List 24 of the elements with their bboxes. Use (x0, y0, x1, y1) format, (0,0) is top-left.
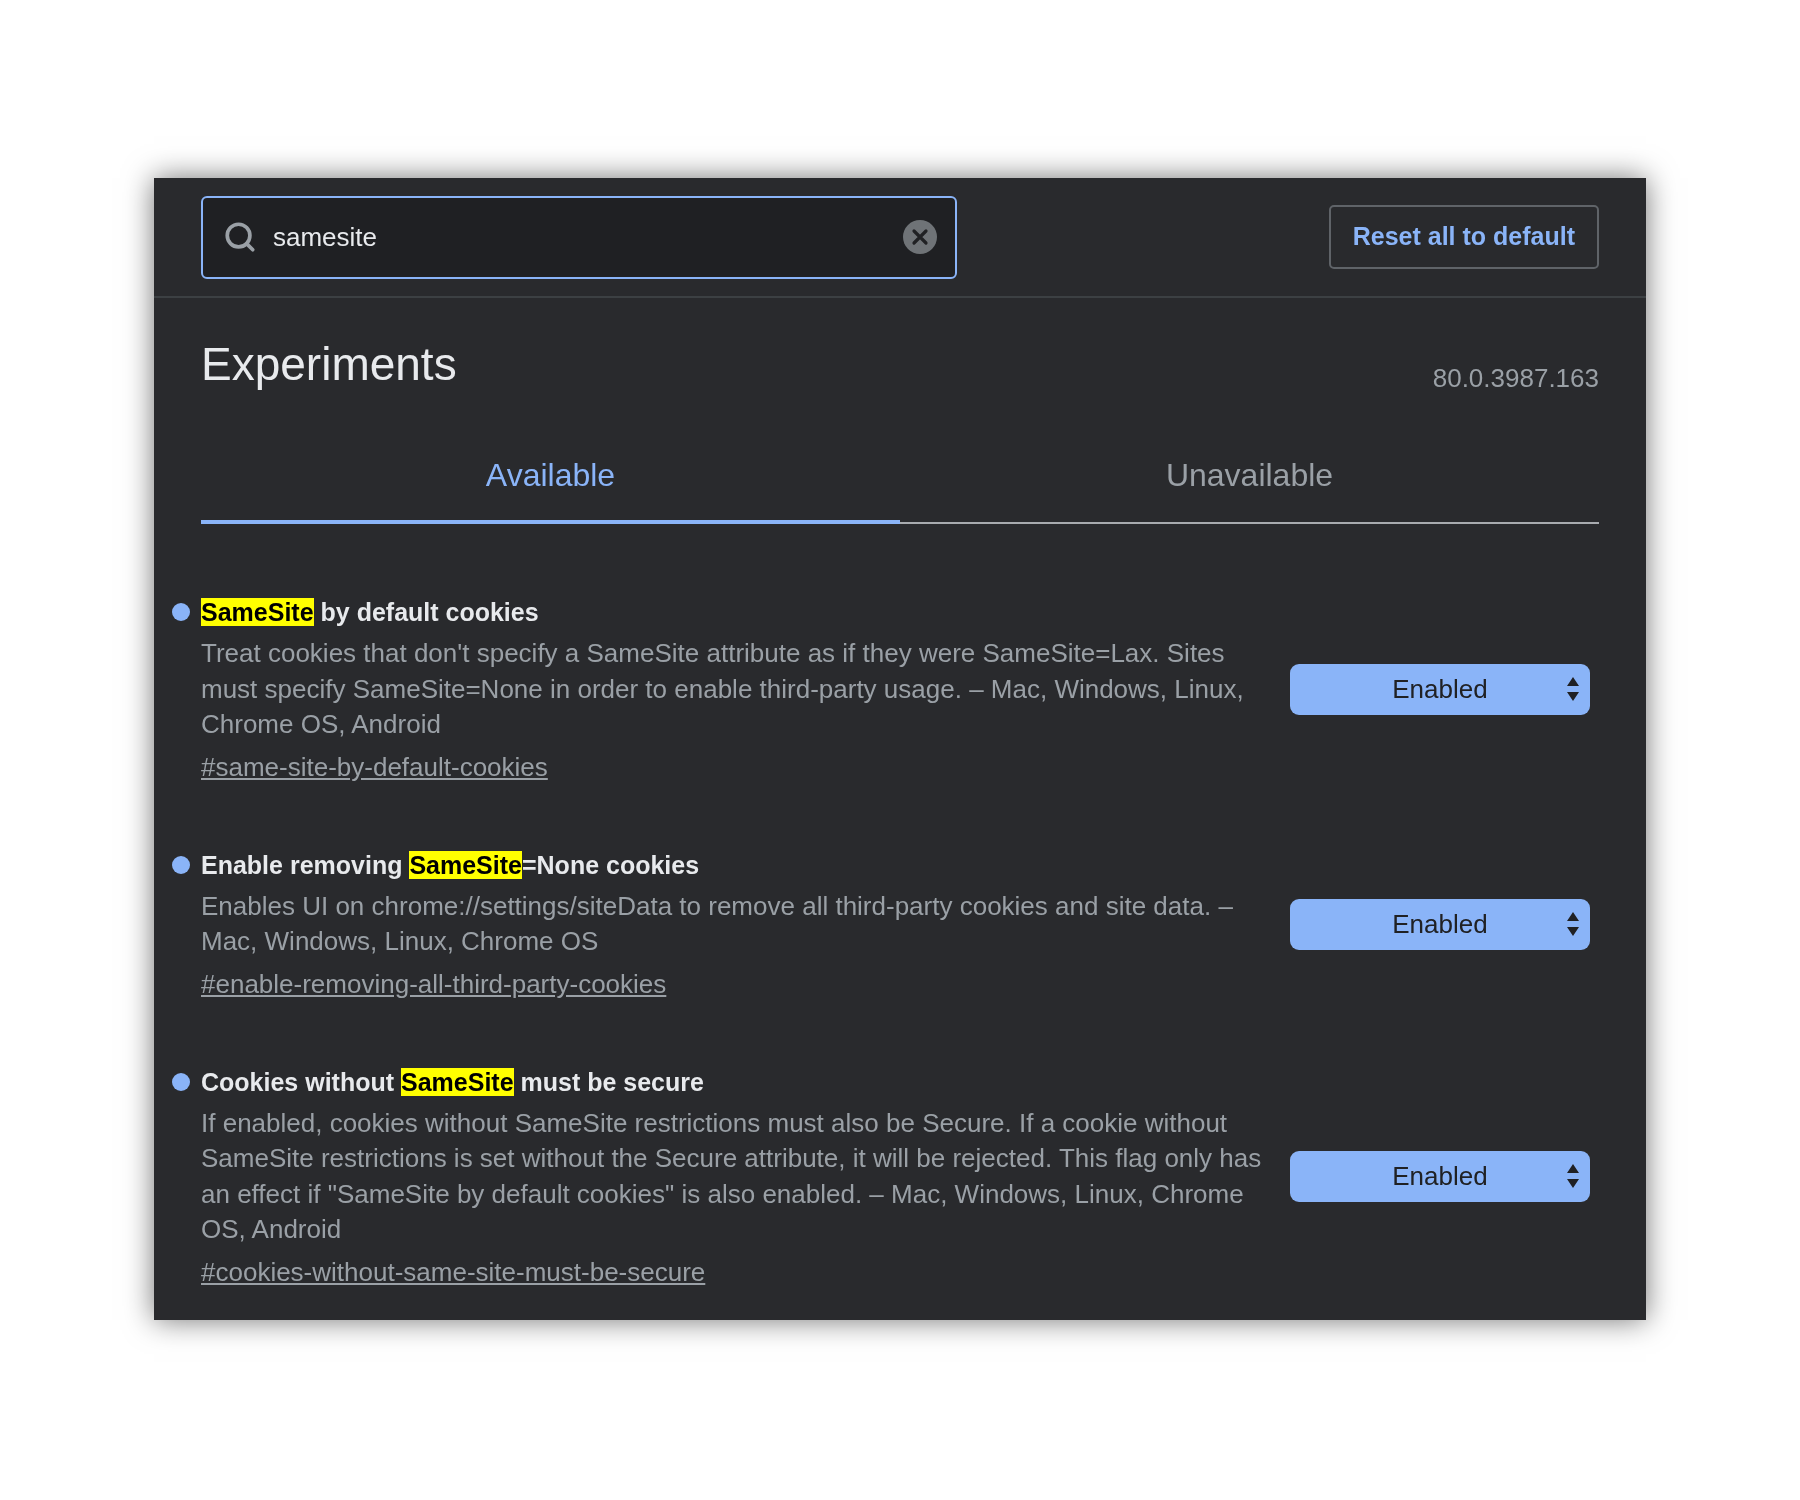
flag-link[interactable]: #cookies-without-same-site-must-be-secure (201, 1253, 706, 1290)
search-icon (223, 220, 257, 254)
experiment-description: If enabled, cookies without SameSite restrictions must also be Secure. If a cookie without SameSite restrictions is set without the Secure attribute, it will be rejected. This flag only has an effect if "SameSite by default cookies" is also enabled. – Mac, Windows, Linux, Chrome OS, Android (201, 1106, 1263, 1246)
experiment-title: Cookies without SameSite must be secure (201, 1066, 704, 1098)
search-input[interactable]: samesite (273, 217, 887, 257)
experiment-description: Enables UI on chrome://settings/siteData to remove all third-party cookies and site data. – Mac, Windows, Linux, Chrome OS (201, 889, 1234, 958)
page-title: Experiments (201, 337, 457, 392)
up-down-caret-icon (1567, 676, 1579, 701)
version-text: 80.0.3987.163 (1432, 365, 1599, 392)
state-dropdown[interactable]: Enabled (1290, 1151, 1590, 1202)
reset-all-button[interactable]: Reset all to default (1328, 205, 1599, 269)
experiment-description: Treat cookies that don't specify a SameSite attribute as if they were SameSite=Lax. Sites must specify SameSite=None in order to enable third-party usage. – Mac, Windows, Linux, Chrome OS, Android (201, 637, 1245, 741)
experiment-title: Enable removing SameSite=None cookies (201, 849, 700, 881)
state-dropdown[interactable]: Enabled (1290, 898, 1590, 950)
flag-link[interactable]: #same-site-by-default-cookies (201, 748, 548, 785)
experiment-title: SameSite by default cookies (201, 597, 539, 628)
tab[interactable]: Unavailable (900, 455, 1599, 524)
state-dropdown[interactable]: Enabled (1290, 663, 1590, 715)
tab[interactable]: Available (201, 455, 900, 524)
search-field[interactable]: samesite (201, 195, 957, 279)
flag-link[interactable]: #enable-removing-all-third-party-cookies (201, 965, 667, 1002)
clear-icon[interactable] (903, 220, 937, 254)
up-down-caret-icon (1567, 1164, 1579, 1188)
up-down-caret-icon (1567, 911, 1579, 936)
